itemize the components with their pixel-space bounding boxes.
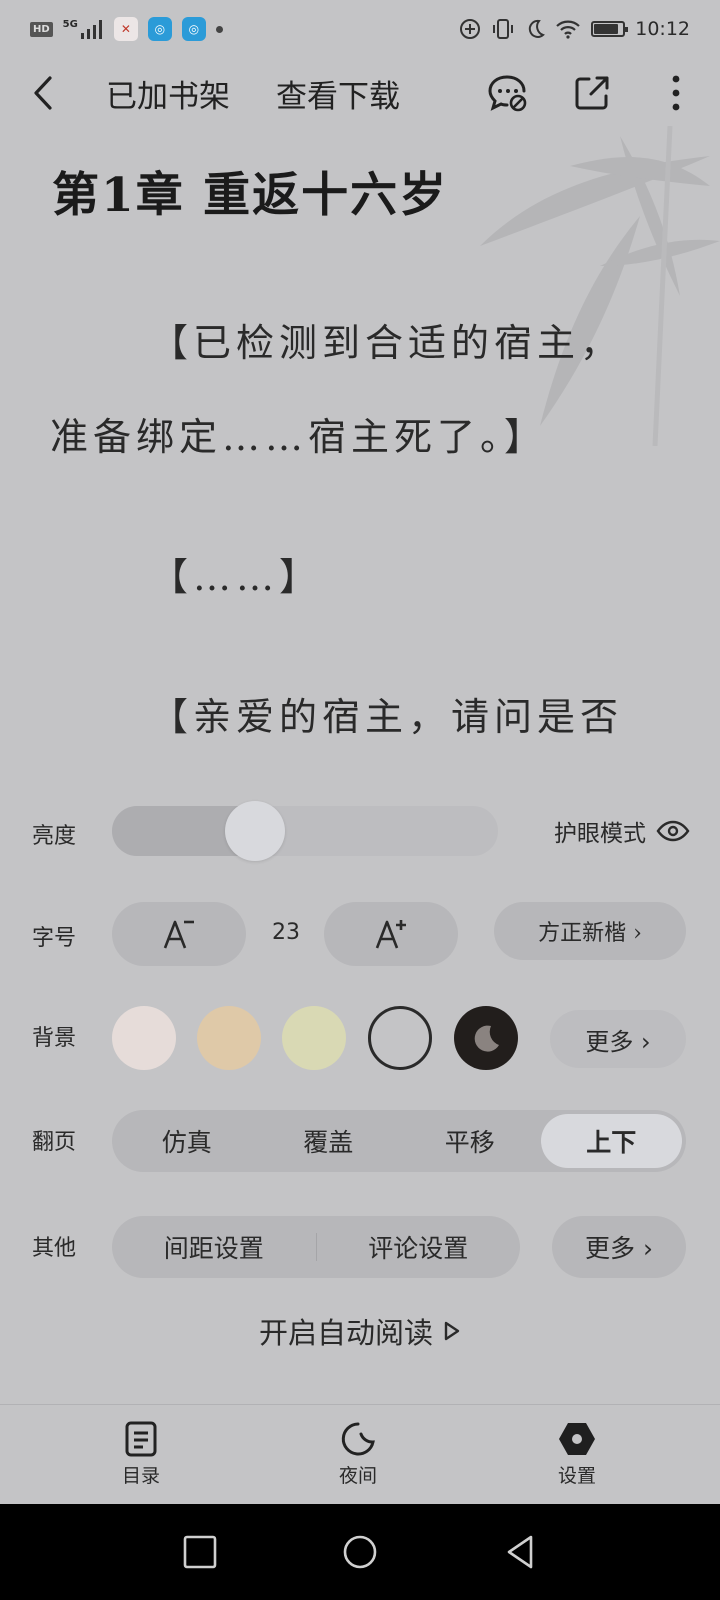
circle-icon (343, 1535, 377, 1569)
more-menu-button[interactable] (654, 71, 698, 115)
status-left: HD 5G ✕ ◎ ◎ (30, 17, 223, 41)
reader-settings-panel: 亮度 护眼模式 字号 23 方正新楷 › 背景 更多 › 翻页 仿真 覆盖 平移… (0, 786, 720, 1406)
data-saver-icon (460, 19, 481, 39)
paragraph-line: 【……】 (150, 555, 323, 599)
reading-area[interactable]: 第1章 重返十六岁 【已检测到合适的宿主， 准备绑定……宿主死了。】 【……】 … (0, 126, 720, 786)
brightness-slider[interactable] (112, 806, 498, 856)
brightness-slider-thumb[interactable] (224, 801, 285, 861)
bamboo-background-decoration (480, 126, 720, 446)
do-not-disturb-moon-icon (529, 19, 546, 38)
bookshelf-button[interactable]: 已加书架 (106, 71, 230, 116)
page-turn-cover[interactable]: 覆盖 (258, 1114, 400, 1168)
toolbar-icons (486, 71, 698, 115)
nav-night-mode[interactable]: 夜间 (282, 1405, 434, 1504)
share-icon (575, 76, 609, 110)
status-time: 10:12 (635, 18, 690, 40)
settings-hexagon-icon (559, 1423, 595, 1455)
comment-settings-button[interactable]: 评论设置 (317, 1229, 521, 1265)
font-size-value: 23 (272, 920, 300, 945)
triangle-back-icon (507, 1535, 533, 1569)
play-outline-icon (444, 1321, 460, 1341)
nav-catalog[interactable]: 目录 (0, 1405, 282, 1504)
comment-toggle-button[interactable] (486, 71, 530, 115)
page-turn-segmented-control: 仿真 覆盖 平移 上下 (112, 1110, 686, 1172)
eye-protection-toggle[interactable]: 护眼模式 (554, 814, 690, 848)
font-size-label: 字号 (32, 926, 77, 951)
nav-night-label: 夜间 (338, 1465, 377, 1487)
font-increase-button[interactable] (324, 902, 458, 966)
share-button[interactable] (570, 71, 614, 115)
wifi-icon (556, 20, 580, 39)
auto-read-button[interactable]: 开启自动阅读 (0, 1310, 720, 1352)
nav-catalog-label: 目录 (121, 1465, 160, 1487)
paragraph-line: 【亲爱的宿主，请问是否 (150, 695, 624, 739)
font-increase-icon (375, 920, 406, 949)
background-swatch-green[interactable] (282, 1006, 346, 1070)
font-family-button[interactable]: 方正新楷 › (494, 902, 686, 960)
view-download-button[interactable]: 查看下载 (276, 71, 400, 116)
moon-icon (474, 1025, 499, 1052)
font-decrease-icon (163, 920, 194, 949)
recent-apps-button[interactable] (175, 1527, 225, 1577)
paragraph-line: 【已检测到合适的宿主， (150, 321, 624, 365)
spacing-settings-button[interactable]: 间距设置 (112, 1229, 316, 1265)
eye-protection-label: 护眼模式 (554, 821, 646, 847)
hd-badge: HD (30, 21, 53, 37)
comment-off-icon (488, 75, 527, 112)
page-turn-slide[interactable]: 平移 (399, 1114, 541, 1168)
other-label: 其他 (32, 1236, 77, 1261)
signal-icon: 5G (63, 19, 104, 39)
reader-toolbar: 已加书架 查看下载 (0, 60, 720, 126)
home-button[interactable] (335, 1527, 385, 1577)
app-notification-icon: ✕ (113, 17, 138, 41)
auto-read-label: 开启自动阅读 (258, 1316, 433, 1350)
background-swatch-night[interactable] (454, 1006, 518, 1070)
nav-settings-label: 设置 (557, 1465, 596, 1487)
status-right: 10:12 (459, 18, 690, 40)
background-swatch-pink[interactable] (112, 1006, 176, 1070)
background-label: 背景 (32, 1026, 77, 1051)
qq-notification-icon: ◎ (147, 17, 172, 41)
page-turn-simulate[interactable]: 仿真 (116, 1114, 258, 1168)
nav-settings[interactable]: 设置 (434, 1405, 720, 1504)
more-vertical-icon (672, 75, 680, 111)
catalog-icon (125, 1421, 157, 1457)
paragraph-line: 准备绑定……宿主死了。】 (50, 415, 548, 459)
status-bar: HD 5G ✕ ◎ ◎ 10:12 (0, 0, 720, 58)
background-swatch-gray-selected[interactable] (368, 1006, 432, 1070)
square-icon (183, 1535, 217, 1569)
eye-icon (656, 820, 690, 842)
chevron-left-icon (34, 76, 52, 110)
moon-icon (341, 1422, 375, 1456)
back-nav-button[interactable] (495, 1527, 545, 1577)
background-more-button[interactable]: 更多 › (550, 1010, 686, 1068)
page-turn-vertical[interactable]: 上下 (540, 1114, 682, 1168)
other-settings-group: 间距设置 评论设置 (112, 1216, 520, 1278)
brightness-label: 亮度 (32, 824, 77, 849)
system-navigation-bar (0, 1504, 720, 1600)
font-decrease-button[interactable] (112, 902, 246, 966)
other-more-button[interactable]: 更多 › (552, 1216, 686, 1278)
battery-fill (594, 24, 619, 34)
battery-icon (591, 21, 629, 37)
background-swatch-tan[interactable] (197, 1006, 261, 1070)
network-type: 5G (62, 19, 78, 30)
vibrate-icon (493, 19, 514, 39)
page-turn-label: 翻页 (32, 1130, 77, 1155)
chapter-title: 第1章 重返十六岁 (52, 168, 449, 223)
back-button[interactable] (22, 71, 66, 115)
qq-notification-icon-2: ◎ (181, 17, 206, 41)
reader-bottom-nav: 目录 夜间 设置 (0, 1404, 720, 1504)
more-notifications-dot (215, 25, 223, 33)
